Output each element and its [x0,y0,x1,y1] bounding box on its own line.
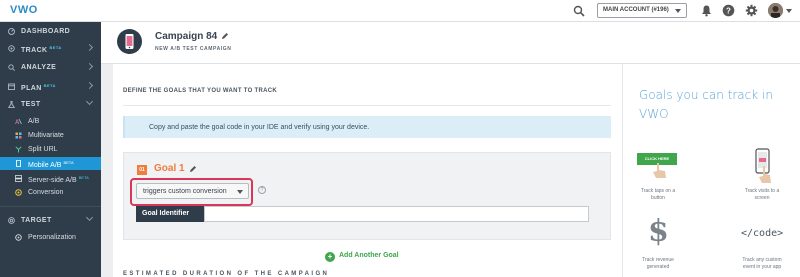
avatar-chevron-down-icon[interactable] [786,9,792,13]
server-icon [15,175,22,182]
sidebar-item-plan[interactable]: PLAN BETA [0,77,101,96]
mobile-phone-icon [16,160,21,167]
feature-track-screens: Track visits to a screen [744,188,780,201]
sidebar-item-label: TRACK [21,47,48,54]
campaign-name: Campaign 84 [155,31,218,42]
beta-badge: BETA [43,83,56,88]
edit-pencil-icon[interactable] [221,32,229,40]
mobile-phone-icon [125,34,134,49]
chevron-right-icon [85,43,94,52]
analyze-icon [8,64,15,71]
target-icon [8,217,15,224]
chevron-down-icon [675,9,681,13]
plan-icon [8,83,15,90]
track-icon [8,45,15,52]
hand-tap-icon [653,163,666,178]
chevron-down-icon [85,97,94,106]
goals-info-panel: Goals you can track in VWO CLICK HERE Tr… [622,64,800,277]
sidebar-subitem-label: Personalization [28,234,76,241]
sidebar-subitem-label: Server-side A/B [28,177,77,184]
feature-track-custom-event: Track any custom event in your app [742,257,782,270]
goal-number-badge: 01 [137,165,147,175]
dollar-icon: $ [648,214,669,249]
goal-identifier-label: Goal Identifier [136,206,204,222]
sidebar-subitem-label: Mobile A/B [28,162,62,169]
svg-text:?: ? [726,6,731,15]
goal-card: 01 Goal 1 triggers custom conversion ? G… [123,152,611,240]
vwo-logo[interactable]: VWO [10,4,38,16]
sidebar-subitem-conversion[interactable]: Conversion [0,186,101,199]
help-icon[interactable]: ? [258,186,266,194]
phone-screen-icon [755,148,771,183]
campaign-subtitle: NEW A/B TEST CAMPAIGN [155,46,232,52]
sidebar: DASHBOARD TRACK BETA ANALYZE PLAN BETA TES… [0,22,101,277]
chevron-down-icon [237,190,243,194]
search-icon[interactable] [573,5,585,17]
info-banner: Copy and paste the goal code in your IDE… [123,116,611,138]
goal-identifier-input[interactable] [204,206,589,222]
sidebar-item-label: TEST [21,101,41,108]
goal-type-select[interactable]: triggers custom conversion [136,183,249,199]
campaign-header: Campaign 84 NEW A/B TEST CAMPAIGN [101,22,800,64]
feature-track-taps: Track taps on a button [640,188,676,201]
info-panel-title: Goals you can track in VWO [639,88,773,121]
sidebar-item-analyze[interactable]: ANALYZE [0,58,101,77]
sidebar-item-target[interactable]: TARGET [0,211,101,230]
sidebar-subitem-label: Multivariate [28,132,64,139]
sidebar-item-test[interactable]: TEST [0,95,101,114]
conversion-icon [15,189,22,196]
sidebar-item-label: ANALYZE [21,64,57,71]
feature-track-revenue: Track revenue generated [642,257,674,270]
click-here-illustration: CLICK HERE [637,153,677,178]
bell-icon[interactable] [700,4,713,17]
info-banner-text: Copy and paste the goal code in your IDE… [149,124,370,131]
sidebar-item-label: PLAN [21,85,42,92]
plus-circle-icon: + [325,252,335,262]
sidebar-item-track[interactable]: TRACK BETA [0,39,101,58]
ab-test-icon: A [15,118,22,125]
section-title: DEFINE THE GOALS THAT YOU WANT TO TRACK [123,88,278,94]
beta-badge: BETA [49,45,62,50]
sidebar-subitem-mobile-ab[interactable]: Mobile A/B BETA [0,157,101,170]
help-circle-icon[interactable]: ? [722,4,735,17]
top-bar: VWO MAIN ACCOUNT (#196) ? [0,0,800,22]
split-url-icon [15,146,22,153]
sidebar-subitem-personalization[interactable]: Personalization [0,231,101,244]
dashboard-icon [8,28,15,35]
account-selector[interactable]: MAIN ACCOUNT (#196) [597,3,687,18]
chevron-right-icon [85,62,94,71]
beta-badge: BETA [63,160,74,165]
account-selector-label: MAIN ACCOUNT (#196) [603,7,669,13]
mobile-campaign-badge [117,29,142,54]
add-goal-button[interactable]: + Add Another Goal [325,252,399,262]
add-goal-label: Add Another Goal [339,252,399,259]
chevron-down-icon [85,213,94,222]
goals-panel: DEFINE THE GOALS THAT YOU WANT TO TRACK … [113,64,622,277]
next-section-title: ESTIMATED DURATION OF THE CAMPAIGN [123,271,330,277]
test-icon [8,101,15,108]
sidebar-subitem-label: A/B [28,118,40,125]
svg-text:A: A [15,120,20,125]
personalization-icon [15,234,22,241]
sidebar-subitem-split-url[interactable]: Split URL [0,143,101,156]
sidebar-subitem-label: Split URL [28,146,58,153]
user-avatar[interactable] [768,3,783,18]
code-icon: </code> [741,228,784,239]
multivariate-icon [15,132,22,139]
sidebar-divider [0,206,101,207]
sidebar-subitem-server-side-ab[interactable]: Server-side A/B BETA [0,172,101,185]
sidebar-subitem-multivariate[interactable]: Multivariate [0,129,101,142]
gear-icon[interactable] [745,4,758,17]
goal-type-select-value: triggers custom conversion [143,188,227,195]
beta-badge: BETA [78,175,89,180]
edit-pencil-icon[interactable] [189,165,197,173]
sidebar-item-label: DASHBOARD [21,28,71,35]
goal-title: Goal 1 [154,163,185,174]
section-divider [123,105,611,106]
sidebar-subitem-label: Conversion [28,189,64,196]
chevron-right-icon [85,81,94,90]
sidebar-item-label: TARGET [21,217,52,224]
sidebar-subitem-ab[interactable]: A A/B [0,115,101,128]
